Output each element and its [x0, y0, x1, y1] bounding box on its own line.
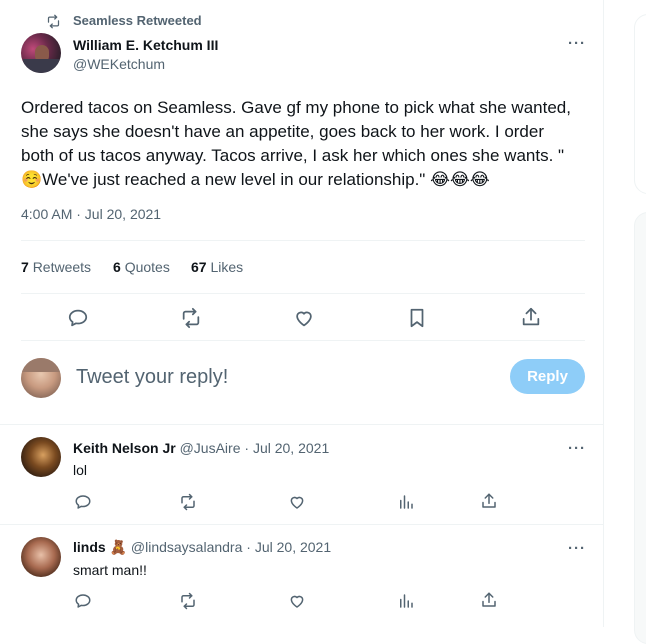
- sidebar-panel: [634, 14, 646, 194]
- stat-retweets[interactable]: 7 Retweets: [21, 259, 91, 275]
- like-heart-icon[interactable]: [288, 493, 306, 511]
- reply-author-name[interactable]: linds: [73, 539, 106, 555]
- share-icon[interactable]: [480, 492, 498, 510]
- reply-author-handle[interactable]: @lindsaysalandra: [131, 539, 243, 555]
- reply-text: lol: [73, 462, 88, 478]
- more-options-icon[interactable]: ···: [568, 36, 586, 51]
- like-heart-icon[interactable]: [288, 592, 306, 610]
- divider: [0, 524, 603, 525]
- analytics-icon[interactable]: [397, 493, 415, 511]
- retweet-icon: [45, 14, 62, 29]
- retweet-icon[interactable]: [180, 307, 202, 329]
- reply-avatar[interactable]: [21, 437, 61, 477]
- reply-author-handle[interactable]: @JusAire: [180, 440, 241, 456]
- tweet-text-line: she says she doesn't have an appetite, g…: [21, 122, 544, 141]
- tweet-timestamp[interactable]: 4:00 AM · Jul 20, 2021: [21, 206, 161, 222]
- analytics-icon[interactable]: [397, 592, 415, 610]
- reply-header: linds 🧸 @lindsaysalandra · Jul 20, 2021: [73, 539, 331, 556]
- main-column: Seamless Retweeted William E. Ketchum II…: [0, 0, 604, 627]
- reply-button[interactable]: Reply: [510, 359, 585, 394]
- divider: [21, 293, 585, 294]
- author-handle[interactable]: @WEKetchum: [73, 56, 165, 72]
- like-heart-icon[interactable]: [293, 307, 315, 329]
- reply-author-name[interactable]: Keith Nelson Jr: [73, 440, 176, 456]
- teddy-bear-emoji: 🧸: [109, 539, 127, 555]
- divider: [0, 424, 603, 425]
- divider: [21, 340, 585, 341]
- current-user-avatar[interactable]: [21, 358, 61, 398]
- reply-date[interactable]: · Jul 20, 2021: [244, 440, 329, 456]
- retweet-icon[interactable]: [179, 493, 197, 511]
- bookmark-icon[interactable]: [406, 307, 428, 329]
- tweet-text-line: both of us tacos anyway. Tacos arrive, I…: [21, 146, 565, 165]
- more-options-icon[interactable]: ···: [568, 441, 586, 456]
- divider: [21, 240, 585, 241]
- retweet-icon[interactable]: [179, 592, 197, 610]
- share-icon[interactable]: [480, 591, 498, 609]
- reply-date[interactable]: · Jul 20, 2021: [246, 539, 331, 555]
- reply-text: smart man!!: [73, 562, 147, 578]
- tweet-text: Ordered tacos on Seamless. Gave gf my ph…: [21, 96, 571, 192]
- reply-icon[interactable]: [74, 493, 92, 511]
- more-options-icon[interactable]: ···: [568, 541, 586, 556]
- stat-quotes[interactable]: 6 Quotes: [113, 259, 170, 275]
- reply-icon[interactable]: [67, 307, 89, 329]
- stat-likes[interactable]: 67 Likes: [191, 259, 243, 275]
- tweet-text-line: ☺️We've just reached a new level in our …: [21, 170, 490, 189]
- reply-avatar[interactable]: [21, 537, 61, 577]
- tweet-text-line: Ordered tacos on Seamless. Gave gf my ph…: [21, 98, 571, 117]
- retweet-context-label[interactable]: Seamless Retweeted: [73, 13, 202, 28]
- author-name[interactable]: William E. Ketchum III: [73, 37, 218, 53]
- share-icon[interactable]: [520, 306, 542, 328]
- reply-icon[interactable]: [74, 592, 92, 610]
- sidebar-panel: [634, 212, 646, 644]
- smiling-face-emoji: ☺️: [21, 170, 43, 189]
- reply-input[interactable]: Tweet your reply!: [76, 366, 228, 389]
- reply-header: Keith Nelson Jr @JusAire · Jul 20, 2021: [73, 440, 329, 456]
- laughing-emoji: 😂😂😂: [430, 170, 490, 189]
- author-avatar[interactable]: [21, 33, 61, 73]
